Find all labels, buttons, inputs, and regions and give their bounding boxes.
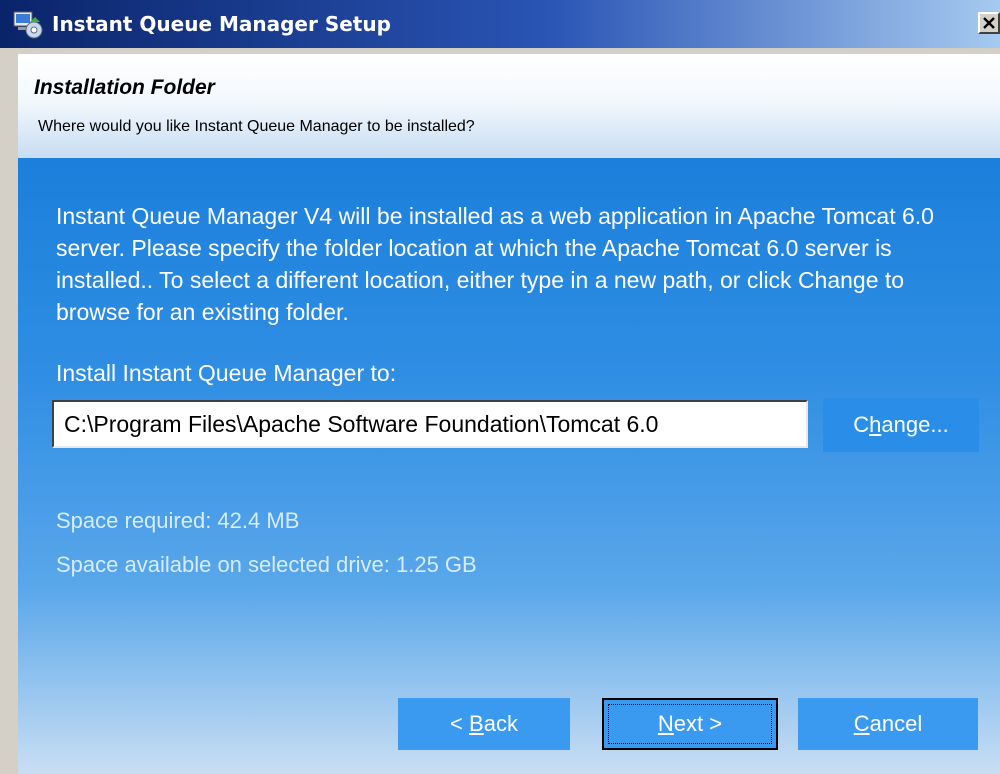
page-title: Installation Folder (34, 76, 215, 99)
focus-rectangle (608, 704, 772, 744)
close-icon (983, 17, 995, 29)
space-required-text: Space required: 42.4 MB (56, 508, 300, 533)
cancel-button[interactable]: Cancel (798, 698, 978, 750)
page-subtitle: Where would you like Instant Queue Manag… (38, 118, 475, 135)
description-text: Instant Queue Manager V4 will be install… (56, 203, 934, 325)
next-button[interactable]: Next > (602, 698, 778, 750)
cancel-button-label-post: ancel (869, 711, 923, 736)
back-button-accel: B (469, 711, 484, 736)
back-button[interactable]: < Back (398, 698, 570, 750)
header-banner: Installation Folder Where would you like… (18, 54, 1000, 158)
change-button[interactable]: Ch ange... (823, 398, 979, 452)
close-button[interactable] (978, 12, 1000, 34)
space-available-text: Space available on selected drive: 1.25 … (56, 552, 477, 577)
change-button-label-post: ange... (881, 412, 949, 437)
install-path-input[interactable] (52, 400, 808, 448)
install-path-label: Install Instant Queue Manager to: (56, 360, 397, 386)
change-button-label-pre: C (853, 412, 870, 437)
installer-app-icon (12, 8, 44, 40)
back-button-label-post: ack (483, 711, 518, 736)
cancel-button-accel: C (853, 711, 870, 736)
back-button-label-pre: < (450, 711, 470, 736)
change-button-accel: h (869, 412, 882, 437)
setup-window: Instant Queue Manager Setup Installation… (0, 0, 1000, 774)
title-bar[interactable]: Instant Queue Manager Setup (0, 0, 1000, 48)
window-title: Instant Queue Manager Setup (52, 12, 391, 36)
main-panel: Instant Queue Manager V4 will be install… (18, 158, 1000, 774)
